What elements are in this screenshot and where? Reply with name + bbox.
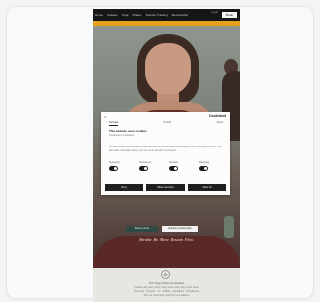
nav-item-membership[interactable]: Membership bbox=[172, 13, 189, 17]
nav-item-classes[interactable]: Classes bbox=[107, 13, 118, 17]
cookie-buttons: Deny Allow selection Allow all bbox=[105, 184, 226, 191]
cookie-tabs: Consent Details About bbox=[109, 121, 223, 126]
nav-item-teacher-training[interactable]: Teacher Training bbox=[145, 13, 167, 17]
footer-line: Join our community and find your balance bbox=[143, 294, 190, 297]
allow-all-button[interactable]: Allow all bbox=[187, 184, 226, 191]
cookie-title: This website uses cookies bbox=[109, 129, 147, 133]
login-link[interactable]: Log in bbox=[211, 11, 218, 14]
hero-tagline: Breathe. Be. Move. Restore. Flow. bbox=[139, 237, 194, 242]
cookie-toggles: Necessary Preferences Statistics Marketi… bbox=[109, 162, 223, 171]
hero-cta-row: Book a class Explore membership bbox=[126, 226, 198, 232]
toggle-label: Marketing bbox=[199, 162, 210, 164]
allow-selection-button[interactable]: Allow selection bbox=[146, 184, 185, 191]
toggle-necessary: Necessary bbox=[109, 162, 133, 171]
cookie-subtitle: Powered by Cookiebot bbox=[109, 134, 135, 137]
book-class-button[interactable]: Book a class bbox=[126, 226, 158, 232]
footer-section: ✿ Your Yoga Studio Destination Classes f… bbox=[93, 268, 240, 302]
toggle-preferences: Preferences bbox=[139, 162, 163, 171]
toggle-knob bbox=[114, 167, 117, 170]
footer-heading: Your Yoga Studio Destination bbox=[148, 281, 185, 285]
toggle-marketing: Marketing bbox=[199, 162, 223, 171]
tab-about[interactable]: About bbox=[216, 121, 223, 126]
toggle-switch-necessary[interactable] bbox=[109, 166, 118, 171]
tab-details[interactable]: Details bbox=[164, 121, 172, 126]
toggle-switch-statistics[interactable] bbox=[169, 166, 178, 171]
toggle-knob bbox=[144, 167, 147, 170]
footer-logo-icon: ✿ bbox=[161, 270, 170, 279]
deny-button[interactable]: Deny bbox=[105, 184, 144, 191]
toggle-label: Necessary bbox=[109, 162, 120, 164]
top-nav-bar: Home Classes Yoga Pilates Teacher Traini… bbox=[93, 9, 240, 21]
cookie-body-text: We use cookies to personalise content an… bbox=[109, 146, 222, 152]
toggle-knob bbox=[174, 167, 177, 170]
toggle-statistics: Statistics bbox=[169, 162, 193, 171]
yoga-mat bbox=[224, 216, 234, 238]
woman-face bbox=[145, 43, 191, 95]
toggle-label: Preferences bbox=[139, 162, 152, 164]
cookie-consent-dialog: × Cookiebot Consent Details About This w… bbox=[101, 112, 230, 195]
nav-item-yoga[interactable]: Yoga bbox=[122, 13, 129, 17]
cookiebot-logo: Cookiebot bbox=[208, 114, 226, 118]
nav-item-home[interactable]: Home bbox=[95, 13, 103, 17]
tab-consent[interactable]: Consent bbox=[109, 121, 119, 126]
book-button[interactable]: Book bbox=[222, 12, 237, 18]
toggle-switch-marketing[interactable] bbox=[199, 166, 208, 171]
footer-line: Hot yoga · Vinyasa · Yin · Pilates · Med… bbox=[133, 290, 200, 293]
main-nav: Home Classes Yoga Pilates Teacher Traini… bbox=[95, 13, 189, 17]
footer-line: Classes for every body, every level, eve… bbox=[134, 286, 199, 289]
toggle-knob bbox=[204, 167, 207, 170]
explore-membership-button[interactable]: Explore membership bbox=[162, 226, 198, 232]
toggle-switch-preferences[interactable] bbox=[139, 166, 148, 171]
close-icon[interactable]: × bbox=[104, 114, 106, 119]
toggle-label: Statistics bbox=[169, 162, 179, 164]
nav-item-pilates[interactable]: Pilates bbox=[132, 13, 141, 17]
